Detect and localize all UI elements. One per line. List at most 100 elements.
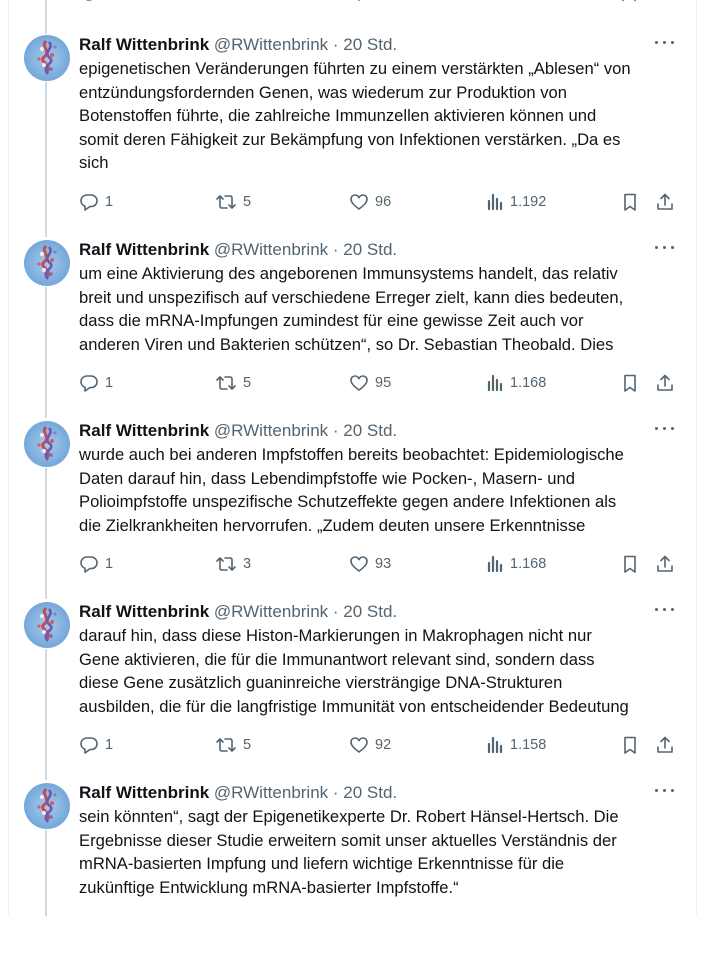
avatar-image [37, 425, 57, 461]
like-button[interactable]: 92 [349, 733, 391, 757]
author-handle[interactable]: @RWittenbrink [209, 602, 328, 621]
tweet[interactable]: Ralf Wittenbrink @RWittenbrink · 20 Std.… [0, 240, 720, 420]
repost-button[interactable]: 5 [215, 733, 251, 757]
tweet[interactable]: Ralf Wittenbrink @RWittenbrink · 20 Std.… [0, 602, 720, 782]
tweet[interactable]: Ralf Wittenbrink @RWittenbrink · 20 Std.… [0, 421, 720, 601]
share-button[interactable] [655, 733, 675, 757]
like-icon[interactable] [350, 0, 368, 6]
bookmark-button[interactable] [621, 190, 639, 214]
views-count: 1.168 [510, 556, 547, 572]
tweet-text-line: darauf hin, dass diese Histon-Markierung… [79, 626, 592, 645]
author-handle[interactable]: @RWittenbrink [209, 35, 328, 54]
tweet-header: Ralf Wittenbrink @RWittenbrink · 20 Std. [79, 35, 397, 57]
views-button[interactable]: 1.192 [486, 190, 546, 214]
tweet-text-line: dass die mRNA-Impfungen zumindest für ei… [79, 311, 584, 331]
reply-icon [80, 375, 98, 392]
tweet-text: um eine Aktivierung des angeborenen Immu… [79, 262, 679, 356]
bookmark-icon [624, 736, 636, 754]
views-icon [487, 555, 503, 573]
reply-icon[interactable] [80, 0, 98, 6]
views-icon[interactable] [486, 0, 504, 6]
tweet-text-line: Botenstoffen führte, die zahlreiche Immu… [79, 106, 597, 126]
tweet-header: Ralf Wittenbrink @RWittenbrink · 20 Std. [79, 421, 397, 443]
views-button[interactable]: 1.168 [486, 371, 546, 395]
author-handle[interactable]: @RWittenbrink [209, 783, 328, 802]
tweet-text-line: anderen Viren und Bakterien schützen“, s… [79, 334, 614, 354]
reply-button[interactable]: 1 [79, 552, 113, 576]
like-button[interactable]: 96 [349, 190, 391, 214]
repost-button[interactable]: 5 [215, 190, 251, 214]
share-icon [657, 555, 673, 572]
reply-icon [80, 194, 98, 211]
like-icon [350, 375, 368, 391]
repost-icon [216, 195, 236, 209]
tweet-timestamp[interactable]: · 20 Std. [328, 783, 397, 802]
repost-icon[interactable] [216, 0, 234, 6]
repost-button[interactable]: 3 [215, 552, 251, 576]
reply-button[interactable]: 1 [79, 733, 113, 757]
bookmark-button[interactable] [621, 733, 639, 757]
tweet-timestamp[interactable]: · 20 Std. [328, 421, 397, 440]
author-name[interactable]: Ralf Wittenbrink [79, 240, 209, 259]
likes-count: 96 [375, 194, 392, 210]
reply-button[interactable]: 1 [79, 371, 113, 395]
tweet-text-line: wurde auch bei anderen Impfstoffen berei… [79, 445, 624, 464]
reposts-count: 5 [243, 194, 252, 210]
share-icon [657, 736, 673, 753]
avatar[interactable] [24, 783, 70, 829]
thread-line [45, 0, 47, 34]
replies-count: 1 [105, 194, 114, 210]
like-icon [350, 556, 368, 572]
tweet-text-line: mRNA-basierten Impfung und liefern wicht… [79, 854, 565, 874]
likes-count: 93 [375, 556, 392, 572]
tweet-text-line: Polioimpfstoffe unspezifische Schutzeffe… [79, 492, 617, 512]
like-button[interactable]: 93 [349, 552, 391, 576]
more-icon[interactable] [654, 246, 676, 252]
likes-count: 92 [375, 737, 392, 753]
replies-count: 1 [105, 737, 114, 753]
tweet[interactable]: Ralf Wittenbrink @RWittenbrink · 20 Std.… [0, 783, 720, 963]
more-icon[interactable] [654, 608, 676, 614]
avatar[interactable] [24, 240, 70, 286]
tweet-timestamp[interactable]: · 20 Std. [328, 240, 397, 259]
tweet[interactable]: Ralf Wittenbrink @RWittenbrink · 20 Std.… [0, 35, 720, 215]
author-name[interactable]: Ralf Wittenbrink [79, 602, 209, 621]
author-name[interactable]: Ralf Wittenbrink [79, 783, 209, 802]
tweet-actions: 1 5 96 1.192 [79, 190, 689, 214]
tweet-timestamp[interactable]: · 20 Std. [328, 602, 397, 621]
bookmark-button[interactable] [621, 552, 639, 576]
author-name[interactable]: Ralf Wittenbrink [79, 421, 209, 440]
like-button[interactable]: 95 [349, 371, 391, 395]
avatar[interactable] [24, 602, 70, 648]
views-count: 1.158 [510, 737, 547, 753]
avatar[interactable] [24, 35, 70, 81]
tweet-text-line: sich [79, 153, 109, 173]
tweet-timestamp[interactable]: · 20 Std. [328, 35, 397, 54]
share-button[interactable] [655, 190, 675, 214]
bookmark-icon[interactable] [620, 0, 638, 6]
reply-button[interactable]: 1 [79, 190, 113, 214]
repost-button[interactable]: 5 [215, 371, 251, 395]
bookmark-icon [624, 555, 636, 573]
share-button[interactable] [655, 552, 675, 576]
more-icon[interactable] [654, 41, 676, 47]
views-button[interactable]: 1.158 [486, 733, 546, 757]
like-icon [350, 194, 368, 210]
tweet-text-line: somit deren Fähigkeit zur Bekämpfung von… [79, 129, 621, 149]
more-icon[interactable] [654, 789, 676, 795]
author-handle[interactable]: @RWittenbrink [209, 240, 328, 259]
views-icon [487, 193, 503, 211]
views-icon [487, 736, 503, 754]
tweet-text-line: Ergebnisse dieser Studie erweitern somit… [79, 830, 617, 850]
author-name[interactable]: Ralf Wittenbrink [79, 35, 209, 54]
author-handle[interactable]: @RWittenbrink [209, 421, 328, 440]
more-icon[interactable] [654, 427, 676, 433]
views-icon [487, 374, 503, 392]
share-icon [657, 193, 673, 210]
repost-icon [216, 557, 236, 571]
avatar[interactable] [24, 421, 70, 467]
views-button[interactable]: 1.168 [486, 552, 546, 576]
bookmark-button[interactable] [621, 371, 639, 395]
share-button[interactable] [655, 371, 675, 395]
replies-count: 1 [105, 375, 114, 391]
